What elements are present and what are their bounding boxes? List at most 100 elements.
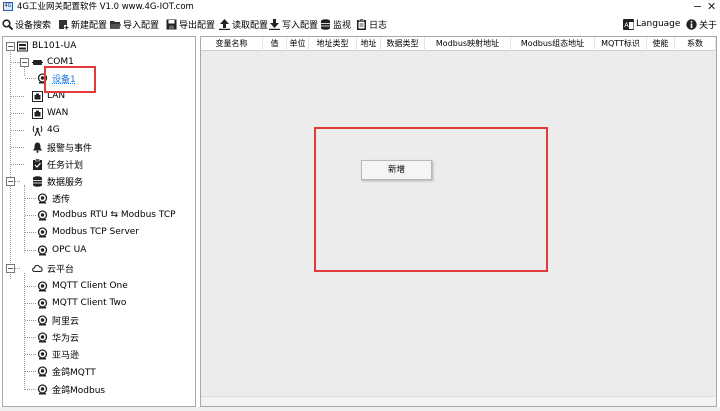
new-file-icon — [58, 19, 69, 30]
tree-branch — [25, 320, 36, 321]
tree-branch — [25, 250, 36, 251]
column-header[interactable]: Modbus组态地址 — [511, 37, 595, 51]
svg-text:A: A — [624, 21, 629, 29]
tree-item-task[interactable]: 任务计划 — [32, 156, 83, 172]
tree-branch — [25, 371, 36, 372]
tree-item-tcp-server[interactable]: Modbus TCP Server — [37, 224, 139, 240]
window-bottom-edge — [0, 407, 720, 411]
tree-branch — [25, 286, 36, 287]
column-header[interactable]: 变量名称 — [201, 37, 263, 51]
tree-item-aliyun[interactable]: 阿里云 — [37, 312, 79, 328]
search-icon — [2, 18, 14, 30]
log-button[interactable]: 日志 — [356, 17, 387, 31]
tree-branch — [25, 303, 36, 304]
tree-guide-line — [24, 185, 25, 253]
tree-item-4g[interactable]: 4G — [32, 122, 60, 138]
tree-item-mqtt-one[interactable]: MQTT Client One — [37, 278, 128, 294]
title-bar: 4G 4G工业网关配置软件 V1.0 www.4G-IOT.com − ✕ — [0, 0, 720, 14]
device-icon — [37, 383, 48, 395]
device-search-button[interactable]: 设备搜索 — [2, 17, 51, 31]
column-header[interactable]: 值 — [263, 37, 287, 51]
toolbar: 设备搜索 新建配置 导入配置 导出配置 读取配置 写入配置 监视 日志 A La… — [0, 14, 720, 34]
language-button[interactable]: A Language — [623, 17, 680, 31]
tree-item-opc-ua[interactable]: OPC UA — [37, 242, 86, 258]
column-header[interactable]: Modbus映射地址 — [425, 37, 511, 51]
tree-item-passthrough[interactable]: 透传 — [37, 190, 70, 206]
tree-item-wan[interactable]: WAN — [32, 105, 68, 121]
device-icon — [37, 314, 48, 326]
new-config-button[interactable]: 新建配置 — [58, 17, 107, 31]
tree-branch — [11, 113, 24, 114]
column-header[interactable]: 地址类型 — [309, 37, 357, 51]
language-icon: A — [623, 18, 634, 30]
serial-port-icon — [32, 57, 43, 68]
tree-branch — [11, 164, 24, 165]
tree-item-jinge-mqtt[interactable]: 金鸽MQTT — [37, 363, 96, 379]
cloud-collapse-toggle[interactable]: − — [6, 264, 15, 273]
antenna-icon — [32, 125, 43, 136]
context-menu-highlight-box — [314, 127, 548, 272]
tree-branch — [25, 232, 36, 233]
column-header[interactable]: 单位 — [287, 37, 309, 51]
horizontal-scrollbar[interactable] — [201, 396, 716, 406]
upload-arrow-icon — [219, 18, 230, 30]
column-header[interactable]: 使能 — [647, 37, 675, 51]
export-config-button[interactable]: 导出配置 — [166, 17, 215, 31]
device-icon — [37, 244, 48, 256]
column-header[interactable]: 数据类型 — [381, 37, 425, 51]
device1-highlight-box — [44, 66, 96, 93]
tree-branch — [25, 215, 36, 216]
root-collapse-toggle[interactable]: − — [6, 42, 15, 51]
tree-item-data-service[interactable]: 数据服务 — [32, 173, 83, 189]
import-config-button[interactable]: 导入配置 — [110, 17, 159, 31]
tree-item-aws[interactable]: 亚马逊 — [37, 346, 79, 362]
column-header[interactable]: MQTT标识 — [595, 37, 647, 51]
tree-branch — [25, 354, 36, 355]
info-icon — [686, 18, 697, 30]
tree-item-root[interactable]: BL101-UA — [17, 38, 76, 54]
tree-branch — [25, 337, 36, 338]
clipboard-icon — [356, 18, 367, 30]
tree-item-alarm[interactable]: 报警与事件 — [32, 139, 92, 155]
about-button[interactable]: 关于 — [686, 17, 717, 31]
tree-item-mqtt-two[interactable]: MQTT Client Two — [37, 295, 126, 311]
column-header[interactable]: 地址 — [357, 37, 381, 51]
read-config-button[interactable]: 读取配置 — [219, 17, 268, 31]
device-icon — [37, 297, 48, 309]
add-variable-menu-item[interactable]: 新增 — [361, 160, 432, 180]
tree-item-cloud[interactable]: 云平台 — [32, 260, 74, 276]
tree-item-jinge-modbus[interactable]: 金鸽Modbus — [37, 381, 105, 397]
folder-open-icon — [110, 19, 121, 30]
data-service-collapse-toggle[interactable]: − — [6, 177, 15, 186]
network-port-icon — [32, 90, 43, 102]
device-icon — [37, 348, 48, 360]
tree-branch — [11, 62, 20, 63]
window-title: 4G工业网关配置软件 V1.0 www.4G-IOT.com — [17, 2, 194, 12]
tree-branch — [25, 389, 36, 390]
app-icon: 4G — [3, 2, 13, 11]
monitor-button[interactable]: 监视 — [320, 17, 351, 31]
tree-guide-line — [24, 273, 25, 390]
minimize-button[interactable]: − — [693, 0, 702, 13]
tree-item-huawei[interactable]: 华为云 — [37, 329, 79, 345]
task-clipboard-icon — [32, 158, 43, 170]
cloud-icon — [32, 263, 43, 274]
write-config-button[interactable]: 写入配置 — [269, 17, 318, 31]
column-header[interactable]: 系数 — [675, 37, 716, 51]
com1-collapse-toggle[interactable]: − — [20, 58, 29, 67]
tree-branch — [11, 147, 24, 148]
device-tree[interactable]: − BL101-UA − COM1 设备1 LAN WAN 4G 报警与事件 任… — [2, 36, 196, 407]
grid-header: 变量名称 值 单位 地址类型 地址 数据类型 Modbus映射地址 Modbus… — [201, 37, 716, 51]
tree-branch — [11, 96, 24, 97]
device-icon — [37, 365, 48, 377]
device-icon — [37, 226, 48, 238]
save-icon — [166, 19, 177, 30]
tree-branch — [11, 130, 24, 131]
device-icon — [37, 280, 48, 292]
tree-branch — [25, 198, 36, 199]
tree-branch — [25, 78, 36, 79]
bell-icon — [32, 142, 43, 153]
tree-item-rtu-tcp[interactable]: Modbus RTU ⇆ Modbus TCP — [37, 207, 176, 223]
network-port-icon — [32, 107, 43, 119]
close-button[interactable]: ✕ — [707, 0, 716, 13]
